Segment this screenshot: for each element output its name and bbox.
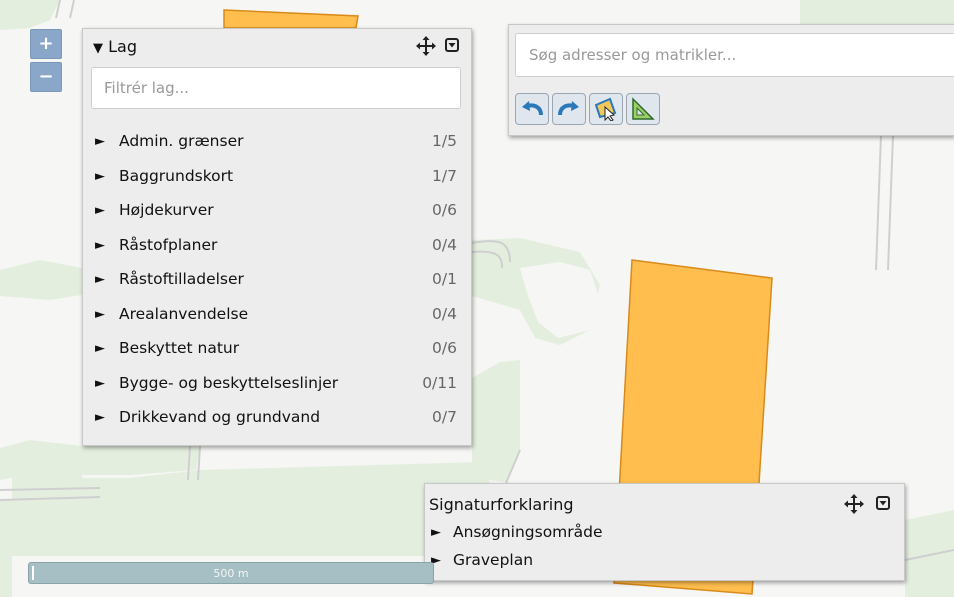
- layer-group-name: Bygge- og beskyttelseslinjer: [119, 373, 339, 392]
- layer-panel-title[interactable]: ▼ Lag: [93, 37, 137, 56]
- expand-arrow-icon[interactable]: ►: [95, 341, 105, 356]
- minimize-icon[interactable]: [876, 496, 890, 510]
- legend-item-name: Graveplan: [453, 551, 534, 569]
- expand-arrow-icon[interactable]: ►: [431, 525, 441, 540]
- layer-group-item[interactable]: ► Drikkevand og grundvand 0/7: [83, 404, 471, 439]
- layer-group-count: 0/11: [422, 373, 457, 392]
- layer-group-count: 0/1: [432, 270, 457, 288]
- layer-group-count: 0/7: [432, 408, 457, 426]
- legend-item-name: Ansøgningsområde: [453, 523, 603, 541]
- layer-group-name: Arealanvendelse: [119, 304, 249, 323]
- layer-panel: ▼ Lag ► Admin. grænser 1/5 ► Baggrundskort 1/…: [82, 28, 472, 446]
- expand-arrow-icon[interactable]: ►: [95, 410, 105, 425]
- layer-group-name: Admin. grænser: [119, 132, 244, 150]
- expand-arrow-icon[interactable]: ►: [95, 203, 105, 218]
- address-search-input[interactable]: [515, 33, 954, 77]
- layer-group-item[interactable]: ► Baggrundskort 1/7: [83, 163, 471, 198]
- layer-group-count: 0/4: [432, 304, 457, 323]
- layer-group-item[interactable]: ► Råstofplaner 0/4: [83, 232, 471, 267]
- polygon-top: [223, 9, 359, 29]
- layer-group-name: Beskyttet natur: [119, 339, 240, 357]
- redo-button[interactable]: [552, 93, 586, 125]
- layer-group-count: 0/6: [432, 339, 457, 357]
- undo-button[interactable]: [515, 93, 549, 125]
- layer-group-count: 1/5: [432, 132, 457, 150]
- layer-panel-title-text: Lag: [108, 37, 137, 56]
- layer-group-name: Drikkevand og grundvand: [119, 408, 321, 426]
- minimize-icon[interactable]: [445, 38, 459, 52]
- layer-group-item[interactable]: ► Råstoftilladelser 0/1: [83, 266, 471, 301]
- legend-item[interactable]: ► Ansøgningsområde: [425, 521, 895, 549]
- layer-group-item[interactable]: ► Højdekurver 0/6: [83, 197, 471, 232]
- measure-button[interactable]: [626, 93, 660, 125]
- layer-group-item[interactable]: ► Bygge- og beskyttelseslinjer 0/11: [83, 370, 471, 405]
- expand-arrow-icon[interactable]: ►: [95, 272, 105, 287]
- measure-icon: [632, 97, 655, 120]
- select-polygon-button[interactable]: [589, 93, 623, 125]
- layer-group-item[interactable]: ► Admin. grænser 1/5: [83, 128, 471, 163]
- redo-icon: [558, 101, 579, 116]
- layer-group-item[interactable]: ► Arealanvendelse 0/4: [83, 301, 471, 336]
- expand-arrow-icon[interactable]: ►: [95, 169, 105, 184]
- layer-group-name: Råstofplaner: [119, 235, 218, 254]
- expand-arrow-icon[interactable]: ►: [95, 238, 105, 253]
- select-polygon-icon: [594, 97, 617, 121]
- legend-list: ► Ansøgningsområde ► Graveplan: [425, 521, 895, 577]
- zoom-out-button[interactable]: −: [30, 62, 62, 92]
- move-icon[interactable]: [844, 494, 864, 514]
- legend-panel: Signaturforklaring ► Ansøgningsområde ► Gra…: [424, 483, 905, 581]
- expand-arrow-icon[interactable]: ►: [95, 134, 105, 149]
- scale-bar: 500 m: [28, 562, 434, 584]
- layer-group-name: Baggrundskort: [119, 166, 234, 185]
- expand-arrow-icon[interactable]: ►: [95, 307, 105, 322]
- layer-group-item[interactable]: ► Beskyttet natur 0/6: [83, 335, 471, 370]
- legend-panel-title[interactable]: Signaturforklaring: [429, 495, 574, 514]
- move-icon[interactable]: [416, 36, 436, 56]
- layer-group-name: Råstoftilladelser: [119, 270, 244, 288]
- collapse-arrow-icon[interactable]: ▼: [93, 41, 103, 56]
- layer-list: ► Admin. grænser 1/5 ► Baggrundskort 1/7 ► Højd…: [83, 128, 471, 439]
- undo-icon: [522, 101, 543, 116]
- layer-group-count: 0/6: [432, 201, 457, 219]
- layer-group-name: Højdekurver: [119, 201, 214, 219]
- layer-group-count: 0/4: [432, 235, 457, 254]
- layer-panel-header[interactable]: ▼ Lag: [83, 29, 471, 65]
- layer-filter-input[interactable]: [91, 67, 461, 109]
- zoom-in-button[interactable]: +: [30, 29, 62, 59]
- layer-group-count: 1/7: [432, 166, 457, 185]
- scale-bar-label: 500 m: [213, 567, 249, 580]
- legend-item[interactable]: ► Graveplan: [425, 549, 895, 577]
- search-panel: [508, 24, 954, 136]
- expand-arrow-icon[interactable]: ►: [95, 376, 105, 391]
